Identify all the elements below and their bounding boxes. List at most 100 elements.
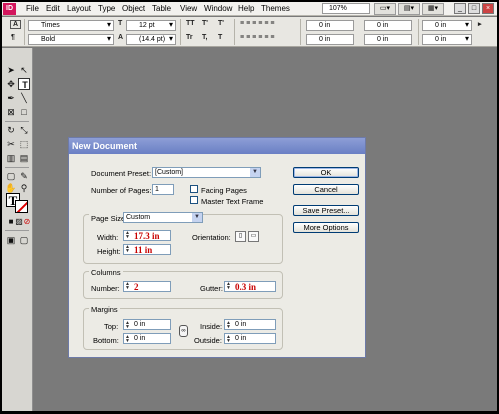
outside-label: Outside: <box>194 336 222 345</box>
top-margin-field[interactable]: ▲ ▼ 0 in <box>123 319 171 330</box>
stroke-none-swatch[interactable] <box>15 200 28 213</box>
outside-margin-value: 0 in <box>235 335 247 342</box>
pen-tool-icon[interactable]: ✒ <box>5 92 17 104</box>
save-preset-button[interactable]: Save Preset... <box>293 205 359 216</box>
small-caps-button[interactable]: Tr <box>186 34 193 41</box>
gutter-field[interactable]: ▲ ▼ 0.3 in <box>224 281 276 292</box>
free-transform-tool-icon[interactable]: ⬚ <box>18 138 30 150</box>
rotate-tool-icon[interactable]: ↻ <box>5 124 17 136</box>
note-tool-icon[interactable]: ▢ <box>5 170 17 182</box>
space-after-field[interactable]: 0 in <box>422 34 472 45</box>
inside-margin-field[interactable]: ▲ ▼ 0 in <box>224 319 276 330</box>
ok-button[interactable]: OK <box>293 167 359 178</box>
space-before-field[interactable]: 0 in <box>422 20 472 31</box>
paragraph-mode-icon[interactable]: ¶ <box>11 34 15 41</box>
right-indent-field[interactable]: 0 in <box>364 20 412 31</box>
last-line-indent-field[interactable]: 0 in <box>364 34 412 45</box>
stepper-icon[interactable]: ▲ ▼ <box>226 335 231 344</box>
bottom-label: Bottom: <box>93 336 119 345</box>
font-family-select[interactable]: Times <box>28 20 114 31</box>
align-buttons-row-1[interactable]: ≡≡≡≡≡≡ <box>240 20 277 27</box>
strikethrough-button[interactable]: T <box>218 34 222 41</box>
height-value: 11 in <box>134 245 153 255</box>
type-tool-icon[interactable]: T <box>18 78 30 90</box>
menu-object[interactable]: Object <box>122 4 145 13</box>
height-field[interactable]: ▲ ▼ 11 in <box>123 244 171 255</box>
scale-tool-icon[interactable]: ⤡ <box>18 124 30 136</box>
leading-icon: A <box>118 34 124 41</box>
page-size-select[interactable]: Custom ▼ <box>123 212 203 223</box>
maximize-icon[interactable]: □ <box>468 3 480 14</box>
subscript-button[interactable]: T, <box>202 34 207 41</box>
indesign-logo-icon: ID <box>3 3 16 15</box>
menu-file[interactable]: File <box>26 4 39 13</box>
stepper-icon[interactable]: ▲ ▼ <box>226 321 231 330</box>
view-options-button[interactable]: ▤▾ <box>398 3 420 15</box>
zoom-level-select[interactable]: 107% <box>322 3 370 14</box>
selection-tool-icon[interactable]: ➤ <box>5 64 17 76</box>
arrange-documents-button[interactable]: ▦▾ <box>422 3 444 15</box>
menu-layout[interactable]: Layout <box>67 4 91 13</box>
landscape-orientation-icon[interactable]: ▭ <box>248 231 259 242</box>
line-tool-icon[interactable]: ╲ <box>18 92 30 104</box>
columns-number-value: 2 <box>134 282 139 292</box>
preview-view-icon[interactable]: ▢ <box>18 234 30 246</box>
stepper-icon[interactable]: ▲ ▼ <box>226 282 231 291</box>
width-field[interactable]: ▲ ▼ 17.3 in <box>123 230 171 241</box>
font-size-icon: T <box>118 20 123 27</box>
scissors-tool-icon[interactable]: ✂ <box>5 138 17 150</box>
panel-menu-icon[interactable]: ▸ <box>478 20 482 28</box>
facing-pages-checkbox[interactable] <box>190 185 198 193</box>
gradient-feather-tool-icon[interactable]: ▤ <box>18 152 30 164</box>
direct-selection-tool-icon[interactable]: ↖ <box>18 64 30 76</box>
stepper-icon[interactable]: ▲ ▼ <box>125 321 130 330</box>
stepper-icon[interactable]: ▲ ▼ <box>125 335 130 344</box>
rectangle-frame-tool-icon[interactable]: ⊠ <box>5 106 17 118</box>
menu-window[interactable]: Window <box>204 4 232 13</box>
superscript-button[interactable]: T' <box>202 20 208 27</box>
new-document-dialog: New Document Document Preset: [Custom] ▼… <box>68 137 366 358</box>
screen-mode-button[interactable]: ▭▾ <box>374 3 396 15</box>
cancel-button[interactable]: Cancel <box>293 184 359 195</box>
font-style-select[interactable]: Bold <box>28 34 114 45</box>
eyedropper-tool-icon[interactable]: ✎ <box>18 170 30 182</box>
close-icon[interactable]: × <box>482 3 494 14</box>
menu-bar: ID File Edit Layout Type Object Table Vi… <box>2 2 497 16</box>
menu-help[interactable]: Help <box>238 4 254 13</box>
menu-table[interactable]: Table <box>152 4 171 13</box>
normal-view-icon[interactable]: ▣ <box>5 234 17 246</box>
left-indent-field[interactable]: 0 in <box>306 20 354 31</box>
position-tool-icon[interactable]: ✥ <box>5 78 17 90</box>
orientation-label: Orientation: <box>192 233 231 242</box>
bottom-margin-field[interactable]: ▲ ▼ 0 in <box>123 333 171 344</box>
apply-none-icon[interactable]: ⊘ <box>21 216 33 228</box>
menu-type[interactable]: Type <box>98 4 115 13</box>
columns-number-field[interactable]: ▲ ▼ 2 <box>123 281 171 292</box>
stepper-icon[interactable]: ▲ ▼ <box>125 231 130 240</box>
menu-themes[interactable]: Themes <box>261 4 290 13</box>
all-caps-button[interactable]: TT <box>186 20 195 27</box>
minimize-icon[interactable]: _ <box>454 3 466 14</box>
menu-view[interactable]: View <box>180 4 197 13</box>
top-label: Top: <box>104 322 119 331</box>
inside-margin-value: 0 in <box>235 321 247 328</box>
chain-link-icon[interactable]: ∞ <box>179 325 188 337</box>
outside-margin-field[interactable]: ▲ ▼ 0 in <box>224 333 276 344</box>
document-preset-select[interactable]: [Custom] ▼ <box>152 167 261 178</box>
rectangle-tool-icon[interactable]: □ <box>18 106 30 118</box>
stepper-icon[interactable]: ▲ ▼ <box>125 282 130 291</box>
width-label: Width: <box>97 233 119 242</box>
master-text-frame-checkbox[interactable] <box>190 196 198 204</box>
portrait-orientation-icon[interactable]: ▯ <box>235 231 246 242</box>
first-line-indent-field[interactable]: 0 in <box>306 34 354 45</box>
align-buttons-row-2[interactable]: ≡≡≡≡≡≡ <box>240 34 277 41</box>
leading-field[interactable]: (14.4 pt) <box>126 34 176 45</box>
number-of-pages-field[interactable]: 1 <box>152 184 174 195</box>
gradient-tool-icon[interactable]: ▥ <box>5 152 17 164</box>
stepper-icon[interactable]: ▲ ▼ <box>125 245 130 254</box>
character-mode-icon[interactable]: A <box>10 20 22 29</box>
underline-button[interactable]: T' <box>218 20 224 27</box>
font-size-field[interactable]: 12 pt <box>126 20 176 31</box>
more-options-button[interactable]: More Options <box>293 222 359 233</box>
menu-edit[interactable]: Edit <box>46 4 60 13</box>
